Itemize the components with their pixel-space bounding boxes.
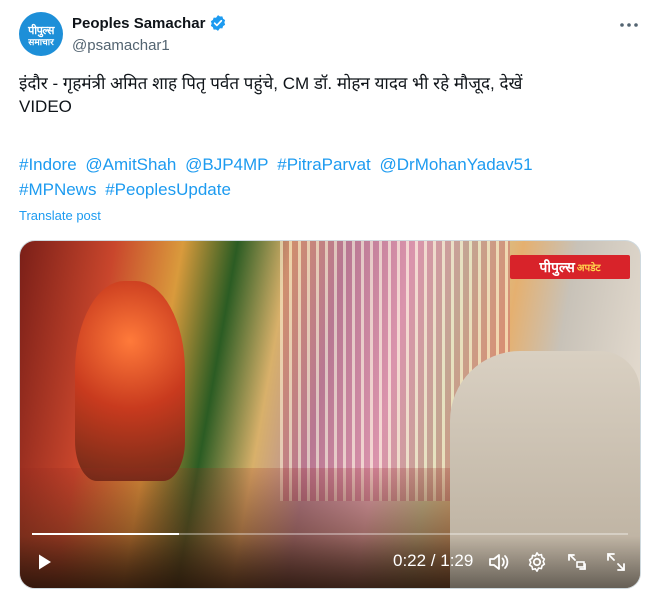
mention-link[interactable]: @BJP4MP	[185, 155, 268, 174]
volume-icon[interactable]	[487, 550, 511, 574]
verified-badge-icon	[211, 15, 226, 31]
play-icon[interactable]	[32, 550, 56, 574]
video-frame-idol	[75, 281, 185, 481]
mention-link[interactable]: @AmitShah	[85, 155, 176, 174]
handle[interactable]: @psamachar1	[72, 37, 170, 54]
logo-sub-text: अपडेट	[576, 263, 601, 274]
more-icon[interactable]	[618, 18, 640, 32]
pip-icon[interactable]	[565, 550, 589, 574]
hashtag-link[interactable]: #PitraParvat	[277, 155, 371, 174]
post-header: पीपुल्स समाचार Peoples Samachar @psamach…	[19, 10, 644, 60]
hashtag-link[interactable]: #PeoplesUpdate	[105, 180, 231, 199]
settings-icon[interactable]	[525, 550, 549, 574]
hashtag-list: #Indore @AmitShah @BJP4MP #PitraParvat @…	[19, 152, 644, 202]
avatar-text-line2: समाचार	[28, 37, 54, 47]
mention-link[interactable]: @DrMohanYadav51	[380, 155, 533, 174]
name-row: Peoples Samachar	[72, 14, 227, 32]
hashtag-link[interactable]: #MPNews	[19, 180, 96, 199]
video-controls: 0:22 / 1:29	[20, 536, 640, 588]
video-time: 0:22 / 1:29	[393, 551, 474, 570]
translate-post-link[interactable]: Translate post	[19, 208, 101, 223]
video-player[interactable]: पीपुल्स अपडेट 0:22 / 1:29	[19, 240, 641, 589]
channel-logo: पीपुल्स अपडेट	[510, 255, 630, 279]
video-progress-fill	[32, 533, 180, 535]
video-progress-bar[interactable]	[32, 533, 628, 535]
display-name[interactable]: Peoples Samachar	[72, 15, 205, 32]
logo-main-text: पीपुल्स	[539, 258, 575, 275]
avatar[interactable]: पीपुल्स समाचार	[19, 12, 63, 56]
post-text: इंदौर - गृहमंत्री अमित शाह पितृ पर्वत पह…	[19, 74, 523, 116]
hashtag-link[interactable]: #Indore	[19, 155, 77, 174]
fullscreen-icon[interactable]	[604, 550, 628, 574]
